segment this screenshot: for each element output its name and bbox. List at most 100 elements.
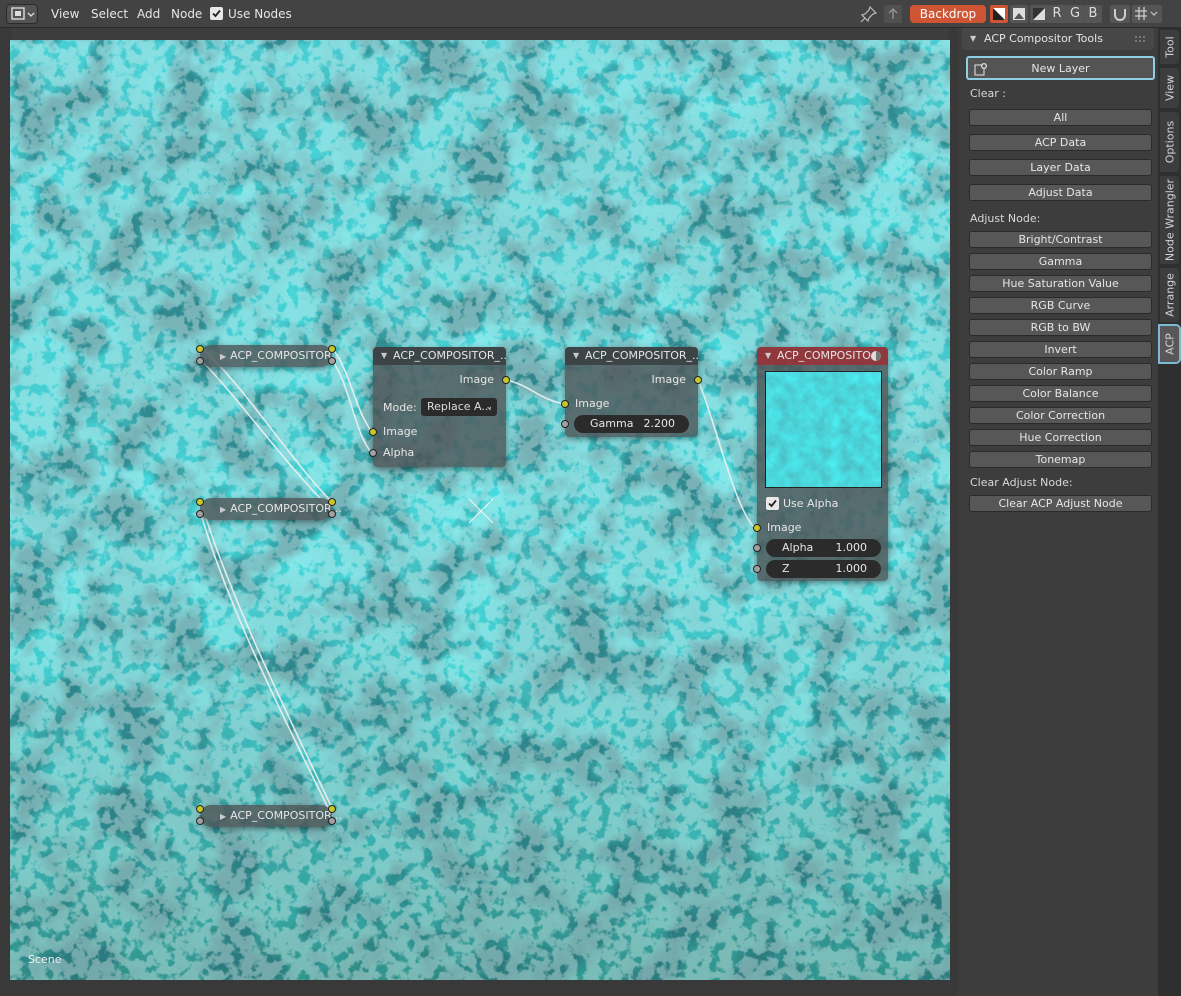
use-nodes-checkbox[interactable] [210, 7, 223, 20]
snap-button[interactable] [1110, 5, 1130, 23]
snap-mode-dropdown[interactable] [1132, 5, 1162, 23]
clear-adjust-data-button[interactable]: Adjust Data [969, 184, 1152, 201]
layer-node-2[interactable]: ▶ ACP_COMPOSITOR... [196, 498, 342, 520]
input-socket[interactable] [753, 524, 761, 532]
magnet-icon [1114, 9, 1126, 21]
menu-view[interactable]: View [51, 7, 79, 21]
invert-button[interactable]: Invert [969, 341, 1152, 358]
mix-node[interactable]: ▼ ACP_COMPOSITOR_... Image Mode: Replace … [369, 347, 510, 467]
input-socket[interactable] [196, 357, 204, 365]
rgb-to-bw-button[interactable]: RGB to BW [969, 319, 1152, 336]
adjust-node-label: Adjust Node: [970, 212, 1041, 225]
expand-triangle-icon[interactable]: ▶ [220, 352, 226, 361]
menu-select[interactable]: Select [91, 7, 128, 21]
menu-add[interactable]: Add [137, 7, 160, 21]
output-socket[interactable] [502, 376, 510, 384]
image-icon [1013, 8, 1025, 20]
hue-saturation-value-button[interactable]: Hue Saturation Value [969, 275, 1152, 292]
green-channel-button[interactable]: G [1066, 5, 1084, 23]
input-socket[interactable] [753, 544, 761, 552]
input-image-label: Image [575, 397, 610, 410]
tab-options[interactable]: Options [1160, 112, 1179, 172]
composite-node[interactable]: ▼ ACP_COMPOSITO... Use Alpha Image Alpha [753, 347, 888, 581]
layer-node-1[interactable]: ▶ ACP_COMPOSITOR... [196, 345, 342, 367]
output-socket[interactable] [328, 805, 336, 813]
node-editor-canvas[interactable]: ▶ ACP_COMPOSITOR... ▶ ACP_COMPOSITOR... ▶ A… [10, 40, 950, 980]
bright-contrast-button[interactable]: Bright/Contrast [969, 231, 1152, 248]
preview-sphere-icon[interactable] [870, 350, 882, 362]
node-title: ACP_COMPOSITOR... [230, 502, 342, 515]
output-socket[interactable] [328, 510, 336, 518]
editor-type-button[interactable] [6, 4, 38, 24]
hue-correction-button[interactable]: Hue Correction [969, 429, 1152, 446]
tab-node-wrangler[interactable]: Node Wrangler [1160, 176, 1179, 264]
output-socket[interactable] [328, 817, 336, 825]
parent-node-button[interactable] [884, 5, 902, 23]
collapse-triangle-icon[interactable]: ▼ [573, 347, 579, 365]
input-socket[interactable] [196, 345, 204, 353]
gamma-button[interactable]: Gamma [969, 253, 1152, 270]
expand-triangle-icon[interactable]: ▶ [220, 812, 226, 821]
drag-handle-icon[interactable] [1134, 35, 1146, 43]
collapse-triangle-icon[interactable]: ▼ [970, 28, 976, 50]
input-socket[interactable] [196, 817, 204, 825]
editor-margin-bottom [0, 978, 958, 996]
color-alpha-channel-button[interactable] [990, 5, 1008, 23]
gamma-field[interactable]: Gamma 2.200 [574, 415, 689, 433]
color-correction-button[interactable]: Color Correction [969, 407, 1152, 424]
link-wire [200, 501, 333, 809]
output-socket[interactable] [328, 345, 336, 353]
rgb-curve-button[interactable]: RGB Curve [969, 297, 1152, 314]
red-channel-button[interactable]: R [1048, 5, 1066, 23]
menu-node[interactable]: Node [171, 7, 202, 21]
clear-all-button[interactable]: All [969, 109, 1152, 126]
tab-label: Options [1163, 120, 1176, 164]
input-socket[interactable] [369, 428, 377, 436]
z-label: Z [782, 562, 790, 575]
input-socket[interactable] [196, 498, 204, 506]
input-socket[interactable] [196, 805, 204, 813]
node-title: ACP_COMPOSITOR... [230, 349, 342, 362]
collapse-triangle-icon[interactable]: ▼ [381, 347, 387, 365]
backdrop-center-gizmo[interactable] [468, 498, 494, 524]
panel-header[interactable]: ▼ ACP Compositor Tools [962, 28, 1154, 50]
node-header: ▼ ACP_COMPOSITO... [757, 347, 888, 365]
new-layer-button[interactable]: New Layer [966, 56, 1155, 80]
backdrop-toggle-button[interactable]: Backdrop [910, 5, 986, 23]
tab-arrange[interactable]: Arrange [1160, 268, 1179, 322]
input-socket[interactable] [753, 565, 761, 573]
link-wire [505, 379, 566, 405]
input-socket[interactable] [561, 420, 569, 428]
clear-layer-data-button[interactable]: Layer Data [969, 159, 1152, 176]
output-socket[interactable] [328, 498, 336, 506]
alpha-field[interactable]: Alpha 1.000 [766, 539, 881, 557]
chevron-down-icon: ⌄ [485, 402, 493, 412]
output-socket[interactable] [694, 376, 702, 384]
collapse-triangle-icon[interactable]: ▼ [765, 347, 771, 365]
expand-triangle-icon[interactable]: ▶ [220, 505, 226, 514]
color-channel-button[interactable] [1010, 5, 1028, 23]
input-alpha-label: Alpha [383, 446, 415, 459]
gamma-node[interactable]: ▼ ACP_COMPOSITOR_... Image Image Gamma 2.… [561, 347, 702, 437]
input-socket[interactable] [196, 510, 204, 518]
tonemap-button[interactable]: Tonemap [969, 451, 1152, 468]
tab-view[interactable]: View [1160, 68, 1179, 108]
use-alpha-checkbox[interactable] [766, 497, 779, 510]
alpha-channel-button[interactable] [1030, 5, 1048, 23]
mode-label: Mode: [383, 401, 417, 414]
clear-acp-data-button[interactable]: ACP Data [969, 134, 1152, 151]
header-bar: View Select Add Node Use Nodes Backdrop … [0, 0, 1181, 28]
pin-icon[interactable] [860, 5, 878, 23]
tab-acp[interactable]: ACP [1158, 324, 1181, 364]
z-field[interactable]: Z 1.000 [766, 560, 881, 578]
input-socket[interactable] [369, 449, 377, 457]
input-socket[interactable] [561, 400, 569, 408]
color-balance-button[interactable]: Color Balance [969, 385, 1152, 402]
color-ramp-button[interactable]: Color Ramp [969, 363, 1152, 380]
output-socket[interactable] [328, 357, 336, 365]
clear-acp-adjust-node-button[interactable]: Clear ACP Adjust Node [969, 495, 1152, 512]
blue-channel-button[interactable]: B [1084, 5, 1102, 23]
tab-tool[interactable]: Tool [1160, 30, 1179, 64]
mode-dropdown[interactable]: Replace A... ⌄ [421, 398, 497, 416]
layer-node-3[interactable]: ▶ ACP_COMPOSITOR... [196, 805, 342, 827]
